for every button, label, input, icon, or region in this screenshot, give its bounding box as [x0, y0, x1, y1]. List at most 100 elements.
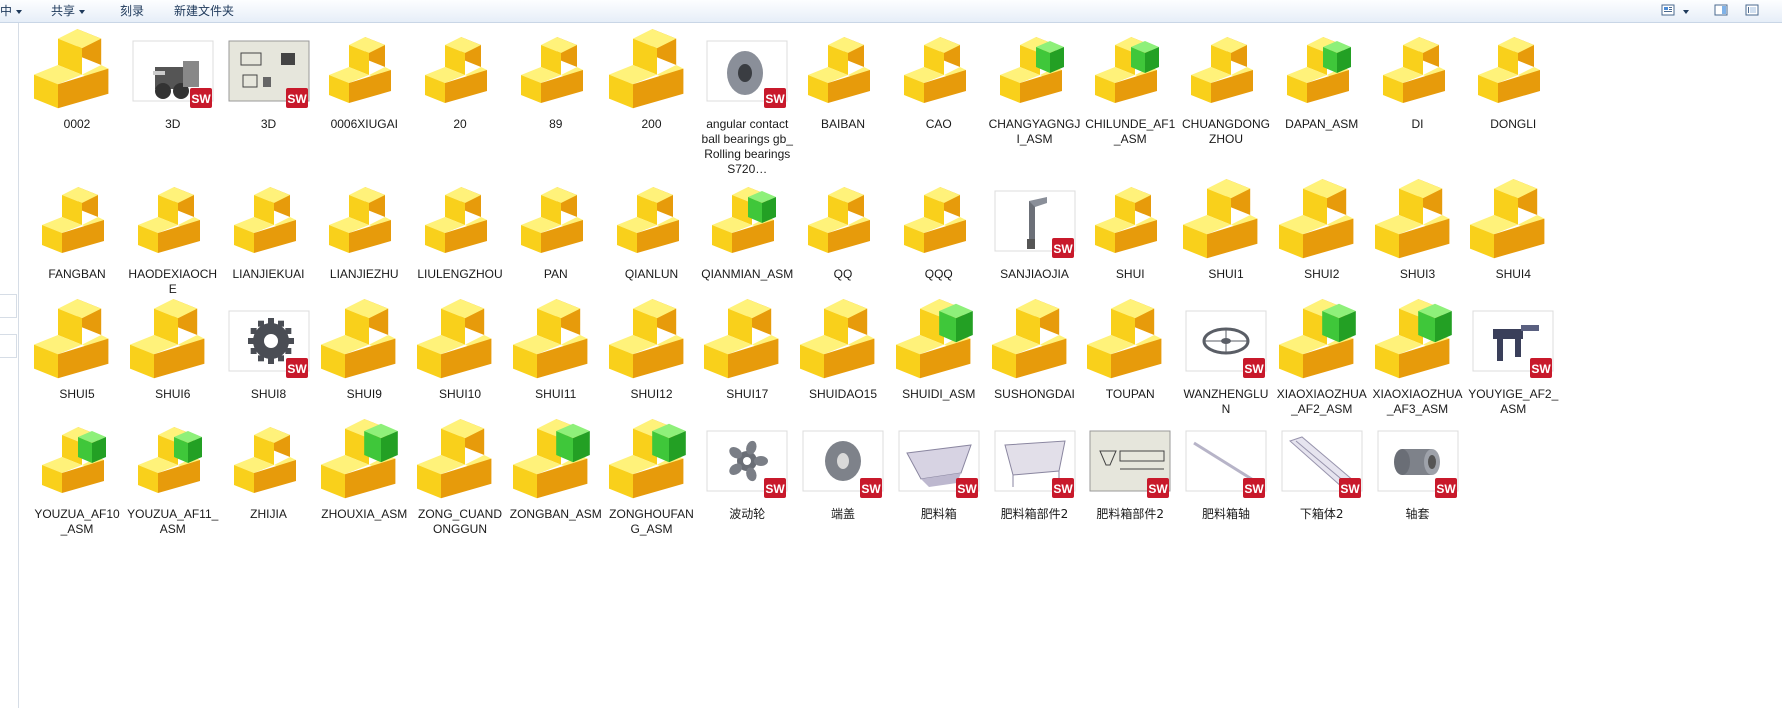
part-icon [222, 179, 316, 269]
file-name-label: FANGBAN [48, 267, 106, 281]
file-item[interactable]: 20 [413, 23, 507, 155]
file-item[interactable]: SHUI3 [1371, 173, 1465, 305]
preview-pane-icon[interactable] [1714, 4, 1728, 16]
file-item[interactable]: SHUIDAO15 [796, 293, 890, 425]
file-item[interactable]: SW 波动轮 [700, 413, 794, 545]
file-item[interactable]: TOUPAN [1083, 293, 1177, 425]
file-item[interactable]: SW YOUYIGE_AF2_ASM [1466, 293, 1560, 425]
file-item[interactable]: SHUI11 [509, 293, 603, 425]
view-dropdown-icon[interactable] [1683, 4, 1693, 16]
file-item[interactable]: YOUZUA_AF10_ASM [30, 413, 124, 545]
file-item[interactable]: XIAOXIAOZHUA_AF2_ASM [1275, 293, 1369, 425]
file-item[interactable]: SHUI12 [605, 293, 699, 425]
file-name-label: CHILUNDE_AF1_ASM [1085, 117, 1176, 146]
file-item[interactable]: DI [1371, 23, 1465, 155]
file-item[interactable]: SW 轴套 [1371, 413, 1465, 545]
file-item[interactable]: 0002 [30, 23, 124, 155]
share-menu[interactable]: 共享 [51, 3, 86, 19]
navigation-pane[interactable] [0, 23, 19, 708]
file-item[interactable]: SHUI2 [1275, 173, 1369, 305]
file-item[interactable]: HAODEXIAOCHE [126, 173, 220, 305]
sw-thumbnail-hopper-icon: SW [892, 419, 986, 509]
file-item[interactable]: ZONG_CUANDONGGUN [413, 413, 507, 545]
file-item[interactable]: BAIBAN [796, 23, 890, 155]
file-item[interactable]: SW 3D [222, 23, 316, 155]
file-item[interactable]: ZHOUXIA_ASM [317, 413, 411, 545]
file-item[interactable]: QQQ [892, 173, 986, 305]
file-item[interactable]: SHUI5 [30, 293, 124, 425]
file-item[interactable]: DONGLI [1466, 23, 1560, 155]
file-item[interactable]: SHUI6 [126, 293, 220, 425]
file-item[interactable]: SUSHONGDAI [988, 293, 1082, 425]
file-item[interactable]: 89 [509, 23, 603, 155]
part-icon [126, 179, 220, 269]
file-item[interactable]: CHILUNDE_AF1_ASM [1083, 23, 1177, 155]
file-name-label: 轴套 [1405, 507, 1430, 521]
file-item[interactable]: CHUANGDONGZHOU [1179, 23, 1273, 155]
part-icon [413, 29, 507, 119]
file-item[interactable]: ZHIJIA [222, 413, 316, 545]
file-item[interactable]: SW 下箱体2 [1275, 413, 1369, 545]
new-folder-button[interactable]: 新建文件夹 [174, 3, 234, 19]
file-item[interactable]: LIULENGZHOU [413, 173, 507, 305]
file-name-label: YOUZUA_AF10_ASM [34, 507, 120, 536]
file-item[interactable]: LIANJIEZHU [317, 173, 411, 305]
file-item[interactable]: SHUI9 [317, 293, 411, 425]
help-icon[interactable] [1745, 4, 1759, 16]
view-options-icon[interactable] [1661, 4, 1675, 16]
burn-button[interactable]: 刻录 [120, 3, 144, 19]
file-name-label: SHUI3 [1399, 267, 1436, 281]
file-item[interactable]: SW 肥料箱部件2 [988, 413, 1082, 545]
file-item[interactable]: SW 肥料箱部件2 [1083, 413, 1177, 545]
sw-thumbnail-gear-icon: SW [222, 299, 316, 389]
file-item[interactable]: PAN [509, 173, 603, 305]
file-list[interactable]: 0002 SW 3D SW 3D 0006XIUGAI 20 89 200 SW angular c… [19, 23, 1782, 708]
file-item[interactable]: SHUI17 [700, 293, 794, 425]
file-name-label: CAO [925, 117, 952, 131]
file-item[interactable]: XIAOXIAOZHUA_AF3_ASM [1371, 293, 1465, 425]
navigation-pane-tab[interactable] [0, 294, 17, 318]
organize-menu[interactable]: 中 [0, 3, 23, 19]
file-item[interactable]: 0006XIUGAI [317, 23, 411, 155]
part-icon-large [317, 299, 411, 389]
sw-thumbnail-bracket-icon: SW [988, 179, 1082, 269]
part-icon [796, 29, 890, 119]
part-icon [796, 179, 890, 269]
chevron-down-icon [16, 9, 23, 14]
file-item[interactable]: SW 肥料箱 [892, 413, 986, 545]
part-icon [892, 29, 986, 119]
file-item[interactable]: FANGBAN [30, 173, 124, 305]
file-item[interactable]: SW 端盖 [796, 413, 890, 545]
file-item[interactable]: QQ [796, 173, 890, 305]
file-item[interactable]: CHANGYAGNGJI_ASM [988, 23, 1082, 155]
file-item[interactable]: ZONGHOUFANG_ASM [605, 413, 699, 545]
navigation-pane-tab[interactable] [0, 334, 17, 358]
file-item[interactable]: SW 3D [126, 23, 220, 155]
sw-thumbnail-wheel-icon: SW [1179, 299, 1273, 389]
file-item[interactable]: SHUI1 [1179, 173, 1273, 305]
file-item[interactable]: SHUI4 [1466, 173, 1560, 305]
file-item[interactable]: SHUI10 [413, 293, 507, 425]
file-item[interactable]: DAPAN_ASM [1275, 23, 1369, 155]
file-item[interactable]: SW SHUI8 [222, 293, 316, 425]
file-item[interactable]: YOUZUA_AF11_ASM [126, 413, 220, 545]
file-name-label: 200 [641, 117, 662, 131]
file-item[interactable]: QIANMIAN_ASM [700, 173, 794, 305]
file-item[interactable]: 200 [605, 23, 699, 155]
file-name-label: SHUI1 [1208, 267, 1244, 281]
file-name-label: SUSHONGDAI [994, 387, 1075, 401]
file-item[interactable]: SHUI [1083, 173, 1177, 305]
file-item[interactable]: SW 肥料箱轴 [1179, 413, 1273, 545]
file-item[interactable]: QIANLUN [605, 173, 699, 305]
file-item[interactable]: CAO [892, 23, 986, 155]
file-item[interactable]: SW SANJIAOJIA [988, 173, 1082, 305]
file-item[interactable]: SW angular contact ball bearings gb_Rolli… [700, 23, 794, 176]
file-name-label: DONGLI [1490, 117, 1537, 131]
file-item[interactable]: SW WANZHENGLUN [1179, 293, 1273, 425]
file-item[interactable]: SHUIDI_ASM [892, 293, 986, 425]
assembly-icon-large [1275, 299, 1369, 389]
file-name-label: ZHOUXIA_ASM [321, 507, 408, 521]
assembly-icon-large [892, 299, 986, 389]
file-item[interactable]: LIANJIEKUAI [222, 173, 316, 305]
file-item[interactable]: ZONGBAN_ASM [509, 413, 603, 545]
